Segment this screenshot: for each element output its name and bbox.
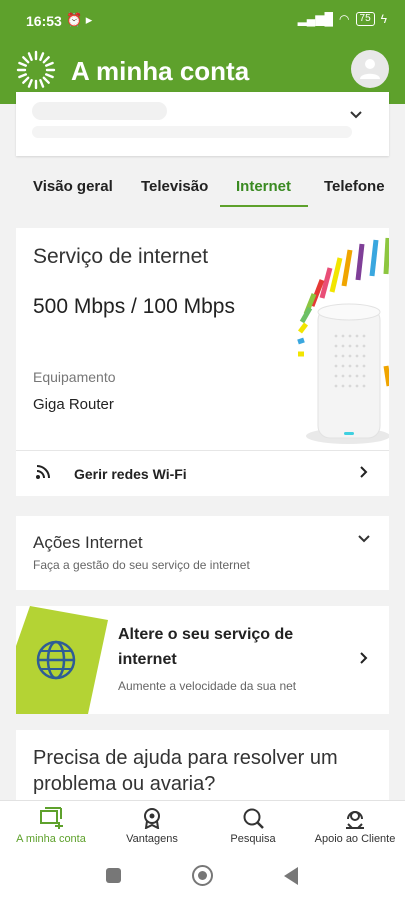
internet-service-card: Serviço de internet 500 Mbps / 100 Mbps … xyxy=(16,228,389,496)
chevron-down-icon xyxy=(350,111,362,119)
status-icons: ▂▄▆█ ◠ 75 ϟ xyxy=(298,12,387,26)
avatar[interactable] xyxy=(351,50,389,88)
nav-label: A minha conta xyxy=(16,833,86,845)
chevron-down-icon xyxy=(358,535,370,543)
nav-a-minha-conta[interactable]: A minha conta xyxy=(14,807,88,845)
account-address-redacted xyxy=(32,126,352,138)
tab-visao-geral[interactable]: Visão geral xyxy=(33,178,113,195)
back-icon[interactable] xyxy=(284,867,298,885)
nav-label: Apoio ao Cliente xyxy=(314,833,396,845)
help-title: Precisa de ajuda para resolver um proble… xyxy=(33,747,338,795)
recents-icon[interactable] xyxy=(106,868,121,883)
wifi-icon xyxy=(36,465,50,479)
bottom-navigation: A minha conta Vantagens Pesquisa Apoio a… xyxy=(0,800,405,855)
tab-internet[interactable]: Internet xyxy=(236,178,291,195)
alarm-icon: ⏰ ▸ xyxy=(66,12,93,27)
system-navigation xyxy=(0,855,405,900)
manage-wifi-row[interactable]: Gerir redes Wi-Fi xyxy=(16,451,389,496)
manage-wifi-label: Gerir redes Wi-Fi xyxy=(74,466,187,482)
account-name-redacted xyxy=(32,102,167,120)
user-icon xyxy=(360,59,380,79)
promo-subtitle: Aumente a velocidade da sua net xyxy=(118,679,297,693)
nav-vantagens[interactable]: Vantagens xyxy=(118,807,186,845)
nav-label: Pesquisa xyxy=(230,833,276,845)
help-card[interactable]: Precisa de ajuda para resolver um proble… xyxy=(16,730,389,810)
support-icon xyxy=(346,811,364,829)
router-illustration-icon xyxy=(297,237,389,444)
home-icon[interactable] xyxy=(192,865,213,886)
medal-icon xyxy=(144,808,160,829)
service-tabs: Visão geral Televisão Internet Telefone xyxy=(0,168,405,208)
globe-icon xyxy=(16,606,108,714)
search-icon xyxy=(243,808,264,829)
nav-apoio-ao-cliente[interactable]: Apoio ao Cliente xyxy=(310,807,400,845)
actions-subtitle: Faça a gestão do seu serviço de internet xyxy=(33,558,250,572)
charging-icon: ϟ xyxy=(380,12,387,26)
battery-icon: 75 xyxy=(355,12,375,26)
change-service-card[interactable]: Altere o seu serviço de internet Aumente… xyxy=(16,606,389,714)
page-title: A minha conta xyxy=(71,56,250,86)
promo-title: Altere o seu serviço de internet xyxy=(118,626,294,668)
status-time: 16:53 xyxy=(26,13,62,29)
equipment-label: Equipamento xyxy=(33,369,116,385)
chevron-right-icon xyxy=(360,652,368,664)
service-title: Serviço de internet xyxy=(33,245,209,268)
service-speed: 500 Mbps / 100 Mbps xyxy=(33,295,235,318)
nav-pesquisa[interactable]: Pesquisa xyxy=(222,807,284,845)
nav-label: Vantagens xyxy=(126,833,178,845)
wifi-status-icon: ◠ xyxy=(339,12,350,26)
actions-title: Ações Internet xyxy=(33,533,143,552)
tab-telefone[interactable]: Telefone xyxy=(324,178,385,195)
chevron-right-icon xyxy=(360,466,368,478)
internet-actions-card[interactable]: Ações Internet Faça a gestão do seu serv… xyxy=(16,516,389,590)
tab-televisao[interactable]: Televisão xyxy=(141,178,208,195)
account-selector[interactable] xyxy=(16,92,389,156)
equipment-value: Giga Router xyxy=(33,396,114,413)
status-bar: 16:53 ⏰ ▸ ▂▄▆█ ◠ 75 ϟ xyxy=(0,0,405,44)
signal-icon: ▂▄▆█ xyxy=(297,12,334,26)
brand-logo-icon xyxy=(16,50,56,90)
account-icon xyxy=(40,807,63,829)
active-tab-indicator xyxy=(220,205,308,207)
